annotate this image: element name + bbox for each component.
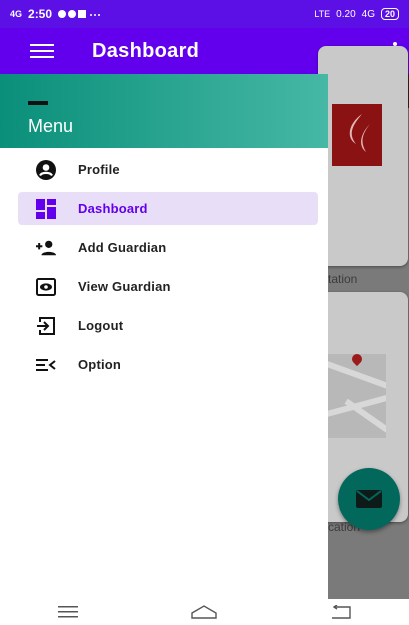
system-nav-bar [0, 599, 409, 625]
notification-icons [58, 10, 101, 18]
dashboard-icon [36, 198, 56, 219]
home-button[interactable] [174, 605, 234, 619]
account-circle-icon [36, 159, 56, 180]
navigation-drawer: Menu Profile Dashboard Add Guardian View… [0, 74, 328, 599]
drawer-menu-list: Profile Dashboard Add Guardian View Guar… [0, 148, 328, 381]
home-icon [191, 605, 218, 619]
menu-item-label: Profile [78, 162, 120, 177]
menu-item-label: Dashboard [78, 201, 148, 216]
menu-item-label: Option [78, 357, 122, 372]
menu-item-label: Add Guardian [78, 240, 167, 255]
network-label: 4G [10, 8, 23, 19]
menu-item-profile[interactable]: Profile [18, 153, 318, 186]
drawer-handle-icon [28, 101, 48, 105]
back-icon [331, 605, 351, 619]
card-station-label: tation [328, 272, 358, 286]
menu-item-dashboard[interactable]: Dashboard [18, 192, 318, 225]
person-add-icon [36, 238, 56, 258]
clock: 2:50 [28, 7, 53, 21]
menu-item-logout[interactable]: Logout [18, 309, 318, 342]
view-icon [36, 277, 56, 297]
menu-item-view-guardian[interactable]: View Guardian [18, 270, 318, 303]
status-left: 4G 2:50 [10, 7, 102, 21]
logout-icon [36, 316, 56, 336]
drawer-title: Menu [28, 116, 74, 136]
mail-fab-button[interactable] [338, 468, 400, 530]
status-bar: 4G 2:50 LTE 0.20 4G 20 [0, 0, 409, 28]
status-right: LTE 0.20 4G 20 [314, 8, 399, 20]
signal-label: 4G [361, 8, 375, 20]
drawer-header: Menu [0, 74, 328, 148]
lte-label: LTE [314, 8, 331, 19]
option-icon [36, 355, 56, 375]
menu-item-label: View Guardian [78, 279, 171, 294]
fire-icon [349, 114, 370, 152]
battery-indicator: 20 [380, 8, 399, 20]
menu-icon [58, 606, 79, 618]
menu-item-option[interactable]: Option [18, 348, 318, 381]
fire-station-image [332, 104, 382, 166]
data-speed: 0.20 [336, 8, 356, 20]
recent-apps-button[interactable] [38, 606, 98, 618]
menu-item-add-guardian[interactable]: Add Guardian [18, 231, 318, 264]
mail-icon [356, 490, 382, 508]
page-title: Dashboard [92, 39, 200, 62]
menu-item-label: Logout [78, 318, 124, 333]
map-image [328, 354, 386, 438]
hamburger-icon[interactable] [30, 44, 54, 58]
back-button[interactable] [311, 605, 371, 619]
